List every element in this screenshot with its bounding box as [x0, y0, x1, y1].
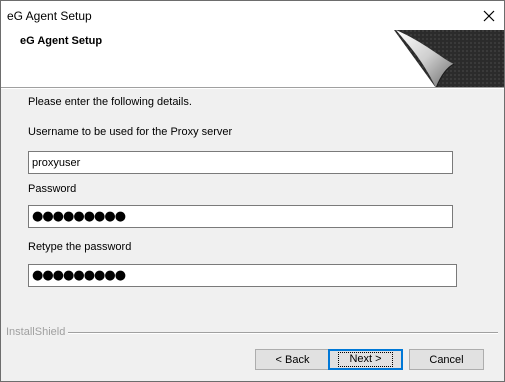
cancel-button[interactable]: Cancel: [409, 349, 484, 370]
banner-title: eG Agent Setup: [20, 35, 103, 47]
retype-password-field[interactable]: ●●●●●●●●●: [28, 264, 457, 287]
next-button-label: Next >: [338, 352, 393, 367]
title-bar[interactable]: eG Agent Setup: [1, 1, 504, 30]
retype-password-value: ●●●●●●●●●: [32, 268, 126, 283]
retype-password-label: Retype the password: [28, 241, 132, 253]
username-field[interactable]: proxyuser: [28, 151, 453, 174]
password-field[interactable]: ●●●●●●●●●: [28, 205, 453, 228]
window-title: eG Agent Setup: [7, 9, 92, 23]
page-curl-graphic: [394, 30, 504, 88]
close-icon: [483, 10, 495, 21]
username-label: Username to be used for the Proxy server: [28, 126, 233, 138]
intro-text: Please enter the following details.: [28, 96, 192, 108]
setup-dialog: eG Agent Setup eG Agent Setup Please ent…: [0, 0, 505, 382]
password-label: Password: [28, 183, 77, 195]
installshield-brand: InstallShield: [6, 326, 66, 338]
footer-separator: [68, 332, 498, 334]
password-value: ●●●●●●●●●: [32, 209, 126, 224]
username-value: proxyuser: [32, 156, 81, 169]
close-button[interactable]: [474, 1, 504, 30]
banner-separator: [1, 87, 504, 89]
header-banner: eG Agent Setup: [1, 30, 504, 88]
back-button[interactable]: < Back: [255, 349, 330, 370]
next-button[interactable]: Next >: [328, 349, 403, 370]
